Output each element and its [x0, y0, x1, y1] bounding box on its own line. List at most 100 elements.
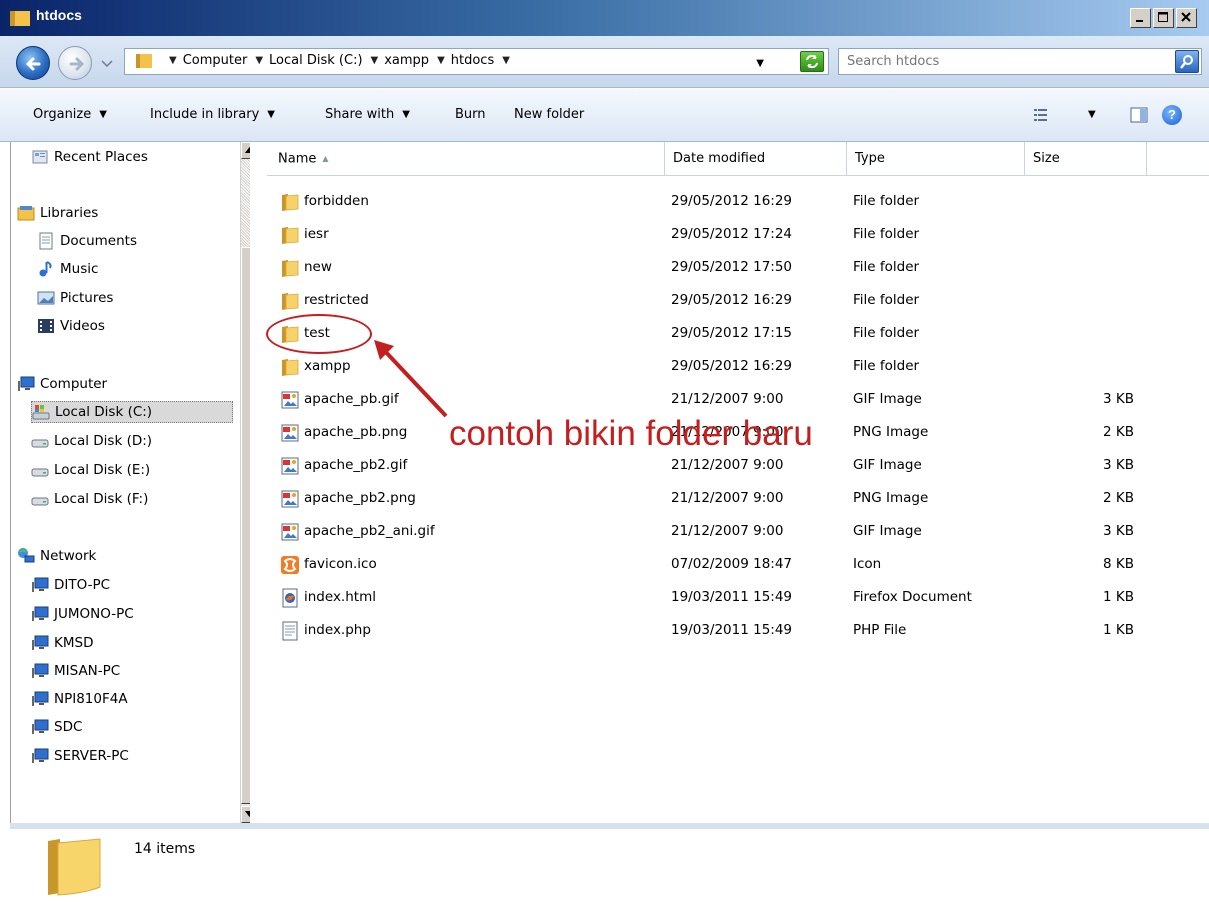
- maximize-button[interactable]: [1153, 8, 1174, 28]
- recent-places-icon: [31, 148, 49, 166]
- forward-button[interactable]: [58, 46, 92, 80]
- nav-computer[interactable]: Computer: [17, 373, 107, 395]
- file-name-cell[interactable]: xampp: [280, 350, 351, 383]
- breadcrumb-separator[interactable]: ▼: [437, 55, 445, 66]
- file-name-cell[interactable]: iesr: [280, 218, 329, 251]
- search-button[interactable]: [1175, 50, 1199, 73]
- nav-network-pc[interactable]: KMSD: [31, 632, 93, 654]
- address-history-dropdown[interactable]: ▼: [756, 58, 764, 69]
- search-box[interactable]: [838, 48, 1202, 75]
- column-header-size[interactable]: Size: [1025, 142, 1147, 176]
- nav-label: Local Disk (F:): [54, 491, 149, 507]
- column-header-date[interactable]: Date modified: [665, 142, 847, 176]
- address-bar[interactable]: ▼ Computer ▼ Local Disk (C:) ▼ xampp ▼ h…: [124, 48, 829, 75]
- breadcrumb-local-disk-c[interactable]: Local Disk (C:): [269, 53, 362, 68]
- file-name-cell[interactable]: favicon.ico: [280, 548, 377, 581]
- burn-label: Burn: [455, 107, 486, 122]
- include-in-library-label: Include in library: [150, 107, 260, 122]
- minimize-button[interactable]: [1130, 8, 1151, 28]
- file-name-cell[interactable]: index.html: [280, 581, 376, 614]
- organize-menu[interactable]: Organize ▼: [33, 107, 107, 122]
- nav-libraries[interactable]: Libraries: [17, 202, 98, 224]
- computer-icon: [31, 662, 49, 680]
- image-file-icon: [280, 456, 300, 476]
- nav-label: Local Disk (E:): [54, 462, 151, 478]
- file-row[interactable]: iesr 29/05/2012 17:24 File folder: [250, 218, 1209, 251]
- folder-icon: [46, 837, 102, 901]
- nav-network-pc[interactable]: SERVER-PC: [31, 745, 129, 767]
- nav-label: MISAN-PC: [54, 663, 121, 679]
- file-name-cell[interactable]: new: [280, 251, 332, 284]
- file-row[interactable]: new 29/05/2012 17:50 File folder: [250, 251, 1209, 284]
- computer-icon: [17, 375, 35, 393]
- file-row[interactable]: apache_pb2.png 21/12/2007 9:00 PNG Image 2 …: [250, 482, 1209, 515]
- file-row[interactable]: favicon.ico 07/02/2009 18:47 Icon 8 KB: [250, 548, 1209, 581]
- back-button[interactable]: [16, 46, 50, 80]
- file-name-cell[interactable]: apache_pb2.gif: [280, 449, 407, 482]
- search-input[interactable]: [847, 52, 1147, 71]
- item-count: 14 items: [134, 841, 196, 857]
- nav-network[interactable]: Network: [17, 545, 96, 567]
- include-in-library-menu[interactable]: Include in library ▼: [150, 107, 275, 122]
- nav-network-pc[interactable]: SDC: [31, 716, 82, 738]
- nav-documents[interactable]: Documents: [37, 230, 137, 252]
- file-name-cell[interactable]: apache_pb2_ani.gif: [280, 515, 435, 548]
- nav-pictures[interactable]: Pictures: [37, 287, 113, 309]
- file-name: xampp: [304, 358, 351, 374]
- breadcrumb-separator[interactable]: ▼: [255, 55, 263, 66]
- nav-music[interactable]: Music: [37, 258, 98, 280]
- help-icon[interactable]: ?: [1162, 105, 1182, 125]
- breadcrumb-xampp[interactable]: xampp: [384, 53, 429, 68]
- title-bar[interactable]: htdocs: [0, 0, 1209, 36]
- file-date-cell: 21/12/2007 9:00: [671, 391, 784, 407]
- computer-icon: [31, 576, 49, 594]
- file-name-cell[interactable]: index.php: [280, 614, 371, 647]
- nav-videos[interactable]: Videos: [37, 315, 105, 337]
- file-name-cell[interactable]: forbidden: [280, 185, 369, 218]
- file-row[interactable]: index.php 19/03/2011 15:49 PHP File 1 KB: [250, 614, 1209, 647]
- file-row[interactable]: apache_pb2_ani.gif 21/12/2007 9:00 GIF Ima…: [250, 515, 1209, 548]
- file-name-cell[interactable]: apache_pb2.png: [280, 482, 416, 515]
- file-size-cell: 1 KB: [1103, 589, 1134, 605]
- file-row[interactable]: forbidden 29/05/2012 16:29 File folder: [250, 185, 1209, 218]
- breadcrumb-separator[interactable]: ▼: [502, 55, 510, 66]
- recent-pages-dropdown[interactable]: [101, 57, 113, 72]
- breadcrumb-htdocs[interactable]: htdocs: [451, 53, 494, 68]
- breadcrumb-computer[interactable]: Computer: [183, 53, 248, 68]
- change-view-icon[interactable]: [1033, 107, 1049, 127]
- share-with-menu[interactable]: Share with ▼: [325, 107, 410, 122]
- file-size-cell: 2 KB: [1103, 490, 1134, 506]
- column-header-name[interactable]: Name ▲: [267, 142, 665, 176]
- breadcrumb-separator[interactable]: ▼: [169, 55, 177, 66]
- nav-network-pc[interactable]: NPI810F4A: [31, 688, 128, 710]
- file-row[interactable]: index.html 19/03/2011 15:49 Firefox Docume…: [250, 581, 1209, 614]
- documents-icon: [37, 232, 55, 250]
- image-file-icon: [280, 522, 300, 542]
- burn-button[interactable]: Burn: [455, 107, 486, 122]
- nav-local-disk-d[interactable]: Local Disk (D:): [31, 430, 152, 452]
- preview-pane-icon[interactable]: [1130, 107, 1148, 127]
- file-type-cell: File folder: [853, 358, 920, 374]
- nav-network-pc[interactable]: JUMONO-PC: [31, 603, 134, 625]
- nav-local-disk-f[interactable]: Local Disk (F:): [31, 488, 148, 510]
- nav-local-disk-e[interactable]: Local Disk (E:): [31, 459, 150, 481]
- arrow-right-icon: [69, 57, 85, 71]
- column-label: Type: [855, 151, 885, 166]
- file-date-cell: 29/05/2012 17:15: [671, 325, 793, 341]
- file-name-cell[interactable]: restricted: [280, 284, 369, 317]
- view-options-dropdown[interactable]: ▼: [1088, 109, 1096, 120]
- nav-network-pc[interactable]: MISAN-PC: [31, 660, 120, 682]
- nav-local-disk-c[interactable]: Local Disk (C:): [31, 401, 233, 423]
- nav-network-pc[interactable]: DITO-PC: [31, 574, 110, 596]
- nav-recent-places[interactable]: Recent Places: [31, 146, 148, 168]
- breadcrumb-separator[interactable]: ▼: [371, 55, 379, 66]
- file-name: favicon.ico: [304, 556, 377, 572]
- file-row[interactable]: restricted 29/05/2012 16:29 File folder: [250, 284, 1209, 317]
- file-name-cell[interactable]: apache_pb.png: [280, 416, 407, 449]
- refresh-button[interactable]: [800, 51, 824, 72]
- column-label: Name: [278, 151, 317, 167]
- close-button[interactable]: [1176, 8, 1197, 28]
- xampp-icon: [280, 555, 300, 575]
- column-header-type[interactable]: Type: [847, 142, 1025, 176]
- new-folder-button[interactable]: New folder: [514, 107, 584, 122]
